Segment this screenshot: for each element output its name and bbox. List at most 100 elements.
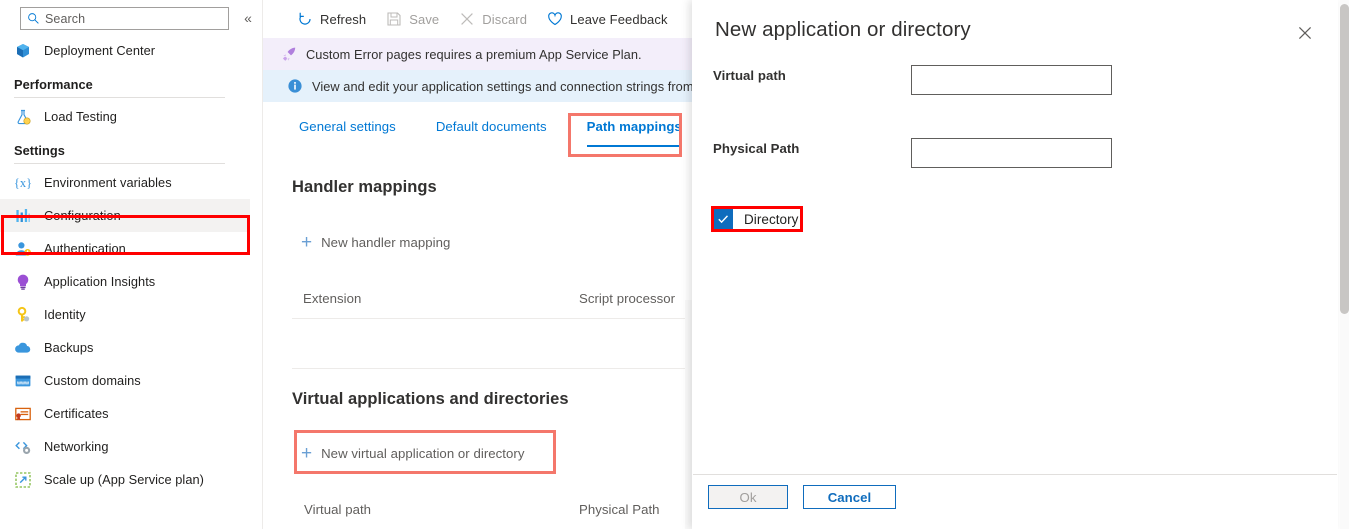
save-icon [386, 11, 402, 27]
sidebar-item-environment-variables[interactable]: {x} Environment variables [0, 166, 250, 199]
new-virtual-application-label: New virtual application or directory [321, 446, 524, 461]
column-header-label: Physical Path [579, 502, 660, 517]
azure-portal-screen: Search « Deployment Center Performance [0, 0, 1351, 529]
virtual-column-virtual-path: Virtual path [304, 502, 371, 517]
sidebar-group-label: Performance [14, 77, 236, 92]
sidebar-item-configuration[interactable]: Configuration [0, 199, 250, 232]
new-virtual-application-button[interactable]: + New virtual application or directory [301, 440, 524, 466]
table-divider [292, 318, 692, 319]
physical-path-input[interactable] [911, 138, 1112, 168]
sidebar-item-authentication[interactable]: Authentication [0, 232, 250, 265]
directory-checkbox[interactable]: Directory [713, 207, 802, 231]
dialog-close-button[interactable] [1296, 24, 1314, 42]
premium-plan-banner: Custom Error pages requires a premium Ap… [263, 38, 692, 70]
info-icon [287, 78, 303, 94]
close-x-icon [459, 11, 475, 27]
main-scrollbar-track[interactable] [685, 300, 692, 529]
virtual-path-label: Virtual path [713, 68, 786, 83]
sidebar-item-identity[interactable]: Identity [0, 298, 250, 331]
virtual-path-input[interactable] [911, 65, 1112, 95]
backups-cloud-icon [14, 339, 32, 357]
search-input[interactable]: Search [20, 7, 229, 30]
sidebar-item-label: Environment variables [44, 175, 172, 190]
search-icon [27, 12, 40, 25]
refresh-icon [297, 11, 313, 27]
leave-feedback-label: Leave Feedback [570, 12, 668, 27]
refresh-button[interactable]: Refresh [287, 0, 376, 38]
scale-up-icon [14, 471, 32, 489]
sidebar-item-certificates[interactable]: Certificates [0, 397, 250, 430]
sidebar-item-load-testing[interactable]: Load Testing [0, 100, 250, 133]
load-testing-icon [14, 108, 32, 126]
save-label: Save [409, 12, 439, 27]
ok-button[interactable]: Ok [708, 485, 788, 509]
variables-icon: {x} [14, 174, 32, 192]
premium-banner-text: Custom Error pages requires a premium Ap… [306, 47, 642, 62]
leave-feedback-button[interactable]: Leave Feedback [537, 0, 678, 38]
sidebar-item-application-insights[interactable]: Application Insights [0, 265, 250, 298]
sidebar-item-label: Authentication [44, 241, 126, 256]
handler-mappings-title: Handler mappings [292, 178, 437, 197]
sidebar-item-label: Certificates [44, 406, 109, 421]
custom-domains-icon: www [14, 372, 32, 390]
tab-label: Path mappings [587, 119, 682, 134]
sidebar-group-settings: Settings [0, 133, 250, 166]
heart-icon [547, 11, 563, 27]
configuration-icon [14, 207, 32, 225]
plus-icon: + [301, 233, 312, 252]
handler-column-extension: Extension [303, 291, 361, 306]
checkbox-box [713, 209, 733, 229]
tab-path-mappings[interactable]: Path mappings [579, 113, 690, 147]
sidebar-item-backups[interactable]: Backups [0, 331, 250, 364]
sidebar-search-row: Search « [0, 0, 255, 34]
sidebar-item-label: Load Testing [44, 109, 117, 124]
directory-checkbox-label: Directory [744, 212, 798, 227]
authentication-icon [14, 240, 32, 258]
tab-label: Default documents [436, 119, 547, 134]
sidebar-item-label: Configuration [44, 208, 121, 223]
refresh-label: Refresh [320, 12, 366, 27]
networking-icon [14, 438, 32, 456]
main-content: Refresh Save Discard Leav [263, 0, 692, 529]
tab-label: General settings [299, 119, 396, 134]
new-handler-mapping-button[interactable]: + New handler mapping [301, 229, 450, 255]
sidebar-item-custom-domains[interactable]: www Custom domains [0, 364, 250, 397]
identity-key-icon [14, 306, 32, 324]
handler-column-script-processor: Script processor [579, 291, 675, 306]
sidebar-item-label: Deployment Center [44, 43, 155, 58]
sidebar-item-label: Identity [44, 307, 86, 322]
dialog-footer-divider [693, 474, 1337, 475]
rocket-icon [281, 46, 297, 62]
dialog-title: New application or directory [715, 18, 971, 42]
certificates-icon [14, 405, 32, 423]
tab-default-documents[interactable]: Default documents [428, 113, 555, 147]
divider [14, 163, 225, 164]
discard-label: Discard [482, 12, 527, 27]
command-toolbar: Refresh Save Discard Leav [263, 0, 692, 38]
cancel-button[interactable]: Cancel [803, 485, 896, 509]
discard-button[interactable]: Discard [449, 0, 537, 38]
sidebar-item-deployment-center[interactable]: Deployment Center [0, 34, 250, 67]
close-icon [1296, 24, 1314, 42]
sidebar-item-label: Backups [44, 340, 93, 355]
collapse-sidebar-button[interactable]: « [240, 9, 255, 27]
svg-text:www: www [16, 380, 30, 386]
dialog-scrollbar-thumb[interactable] [1340, 4, 1349, 314]
deployment-center-icon [14, 42, 32, 60]
sidebar-item-networking[interactable]: Networking [0, 430, 250, 463]
tab-general-settings[interactable]: General settings [291, 113, 404, 147]
new-handler-mapping-label: New handler mapping [321, 235, 450, 250]
application-insights-icon [14, 273, 32, 291]
sidebar-item-label: Scale up (App Service plan) [44, 472, 204, 487]
active-tab-underline [587, 145, 682, 147]
info-banner-text: View and edit your application settings … [312, 79, 692, 94]
sidebar-group-performance: Performance [0, 67, 250, 100]
sidebar-item-scale-up[interactable]: Scale up (App Service plan) [0, 463, 250, 496]
column-header-label: Script processor [579, 291, 675, 306]
left-sidebar: Search « Deployment Center Performance [0, 0, 255, 529]
save-button[interactable]: Save [376, 0, 449, 38]
sidebar-nav: Deployment Center Performance Load Testi… [0, 34, 250, 496]
sidebar-group-label: Settings [14, 143, 236, 158]
virtual-apps-title: Virtual applications and directories [292, 390, 569, 409]
svg-text:{x}: {x} [14, 176, 32, 190]
